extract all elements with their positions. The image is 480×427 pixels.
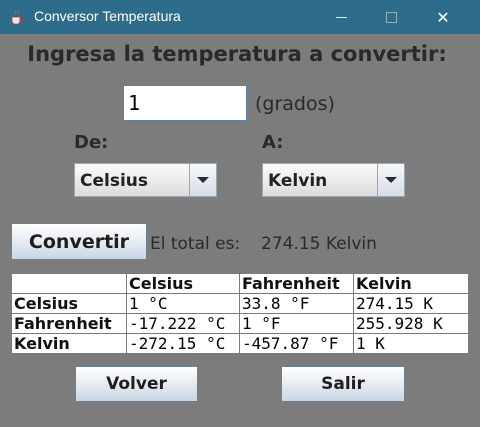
table-header-cell xyxy=(11,273,127,294)
title-bar[interactable]: Conversor Temperatura ✕ xyxy=(0,0,480,34)
row-label-cell: Kelvin xyxy=(11,333,127,354)
table-header-row: Celsius Fahrenheit Kelvin xyxy=(11,273,469,294)
table-cell: 33.8 °F xyxy=(239,293,354,314)
minimize-icon xyxy=(335,16,347,18)
conversion-table: Celsius Fahrenheit Kelvin Celsius 1 °C 3… xyxy=(11,273,469,354)
table-header-cell: Fahrenheit xyxy=(239,273,354,294)
convert-button[interactable]: Convertir xyxy=(11,223,147,260)
minimize-button[interactable] xyxy=(318,0,364,34)
exit-button[interactable]: Salir xyxy=(281,366,405,402)
row-label-cell: Fahrenheit xyxy=(11,313,127,334)
back-button[interactable]: Volver xyxy=(75,366,198,402)
row-label-cell: Celsius xyxy=(11,293,127,314)
table-header-cell: Celsius xyxy=(126,273,240,294)
table-row: Fahrenheit -17.222 °C 1 °F 255.928 K xyxy=(11,313,469,334)
to-dropdown-button[interactable] xyxy=(377,164,404,196)
table-cell: 1 °F xyxy=(239,313,354,334)
table-cell: 274.15 K xyxy=(353,293,469,314)
table-cell: -457.87 °F xyxy=(239,333,354,354)
close-icon: ✕ xyxy=(436,7,450,27)
chevron-down-icon xyxy=(197,177,209,183)
to-unit-value: Kelvin xyxy=(268,171,328,191)
table-cell: -272.15 °C xyxy=(126,333,240,354)
total-label: El total es: xyxy=(150,234,241,254)
unit-label: (grados) xyxy=(255,93,335,115)
from-dropdown-button[interactable] xyxy=(189,164,216,196)
maximize-icon xyxy=(385,11,397,23)
to-label: A: xyxy=(262,132,284,153)
maximize-button[interactable] xyxy=(368,0,414,34)
close-button[interactable]: ✕ xyxy=(420,0,466,34)
java-cup-icon xyxy=(9,9,25,25)
table-cell: -17.222 °C xyxy=(126,313,240,334)
chevron-down-icon xyxy=(385,177,397,183)
table-cell: 255.928 K xyxy=(353,313,469,334)
window-title: Conversor Temperatura xyxy=(34,8,181,24)
table-header-cell: Kelvin xyxy=(353,273,469,294)
from-label: De: xyxy=(74,132,109,153)
to-unit-select[interactable]: Kelvin xyxy=(262,163,405,197)
table-cell: 1 °C xyxy=(126,293,240,314)
amount-input[interactable] xyxy=(123,85,247,121)
from-unit-value: Celsius xyxy=(80,171,148,191)
table-row: Kelvin -272.15 °C -457.87 °F 1 K xyxy=(11,333,469,354)
page-heading: Ingresa la temperatura a convertir: xyxy=(27,42,447,66)
from-unit-select[interactable]: Celsius xyxy=(74,163,217,197)
table-row: Celsius 1 °C 33.8 °F 274.15 K xyxy=(11,293,469,314)
table-cell: 1 K xyxy=(353,333,469,354)
total-value: 274.15 Kelvin xyxy=(261,234,377,254)
converter-window: Conversor Temperatura ✕ Ingresa la tempe… xyxy=(0,0,480,427)
